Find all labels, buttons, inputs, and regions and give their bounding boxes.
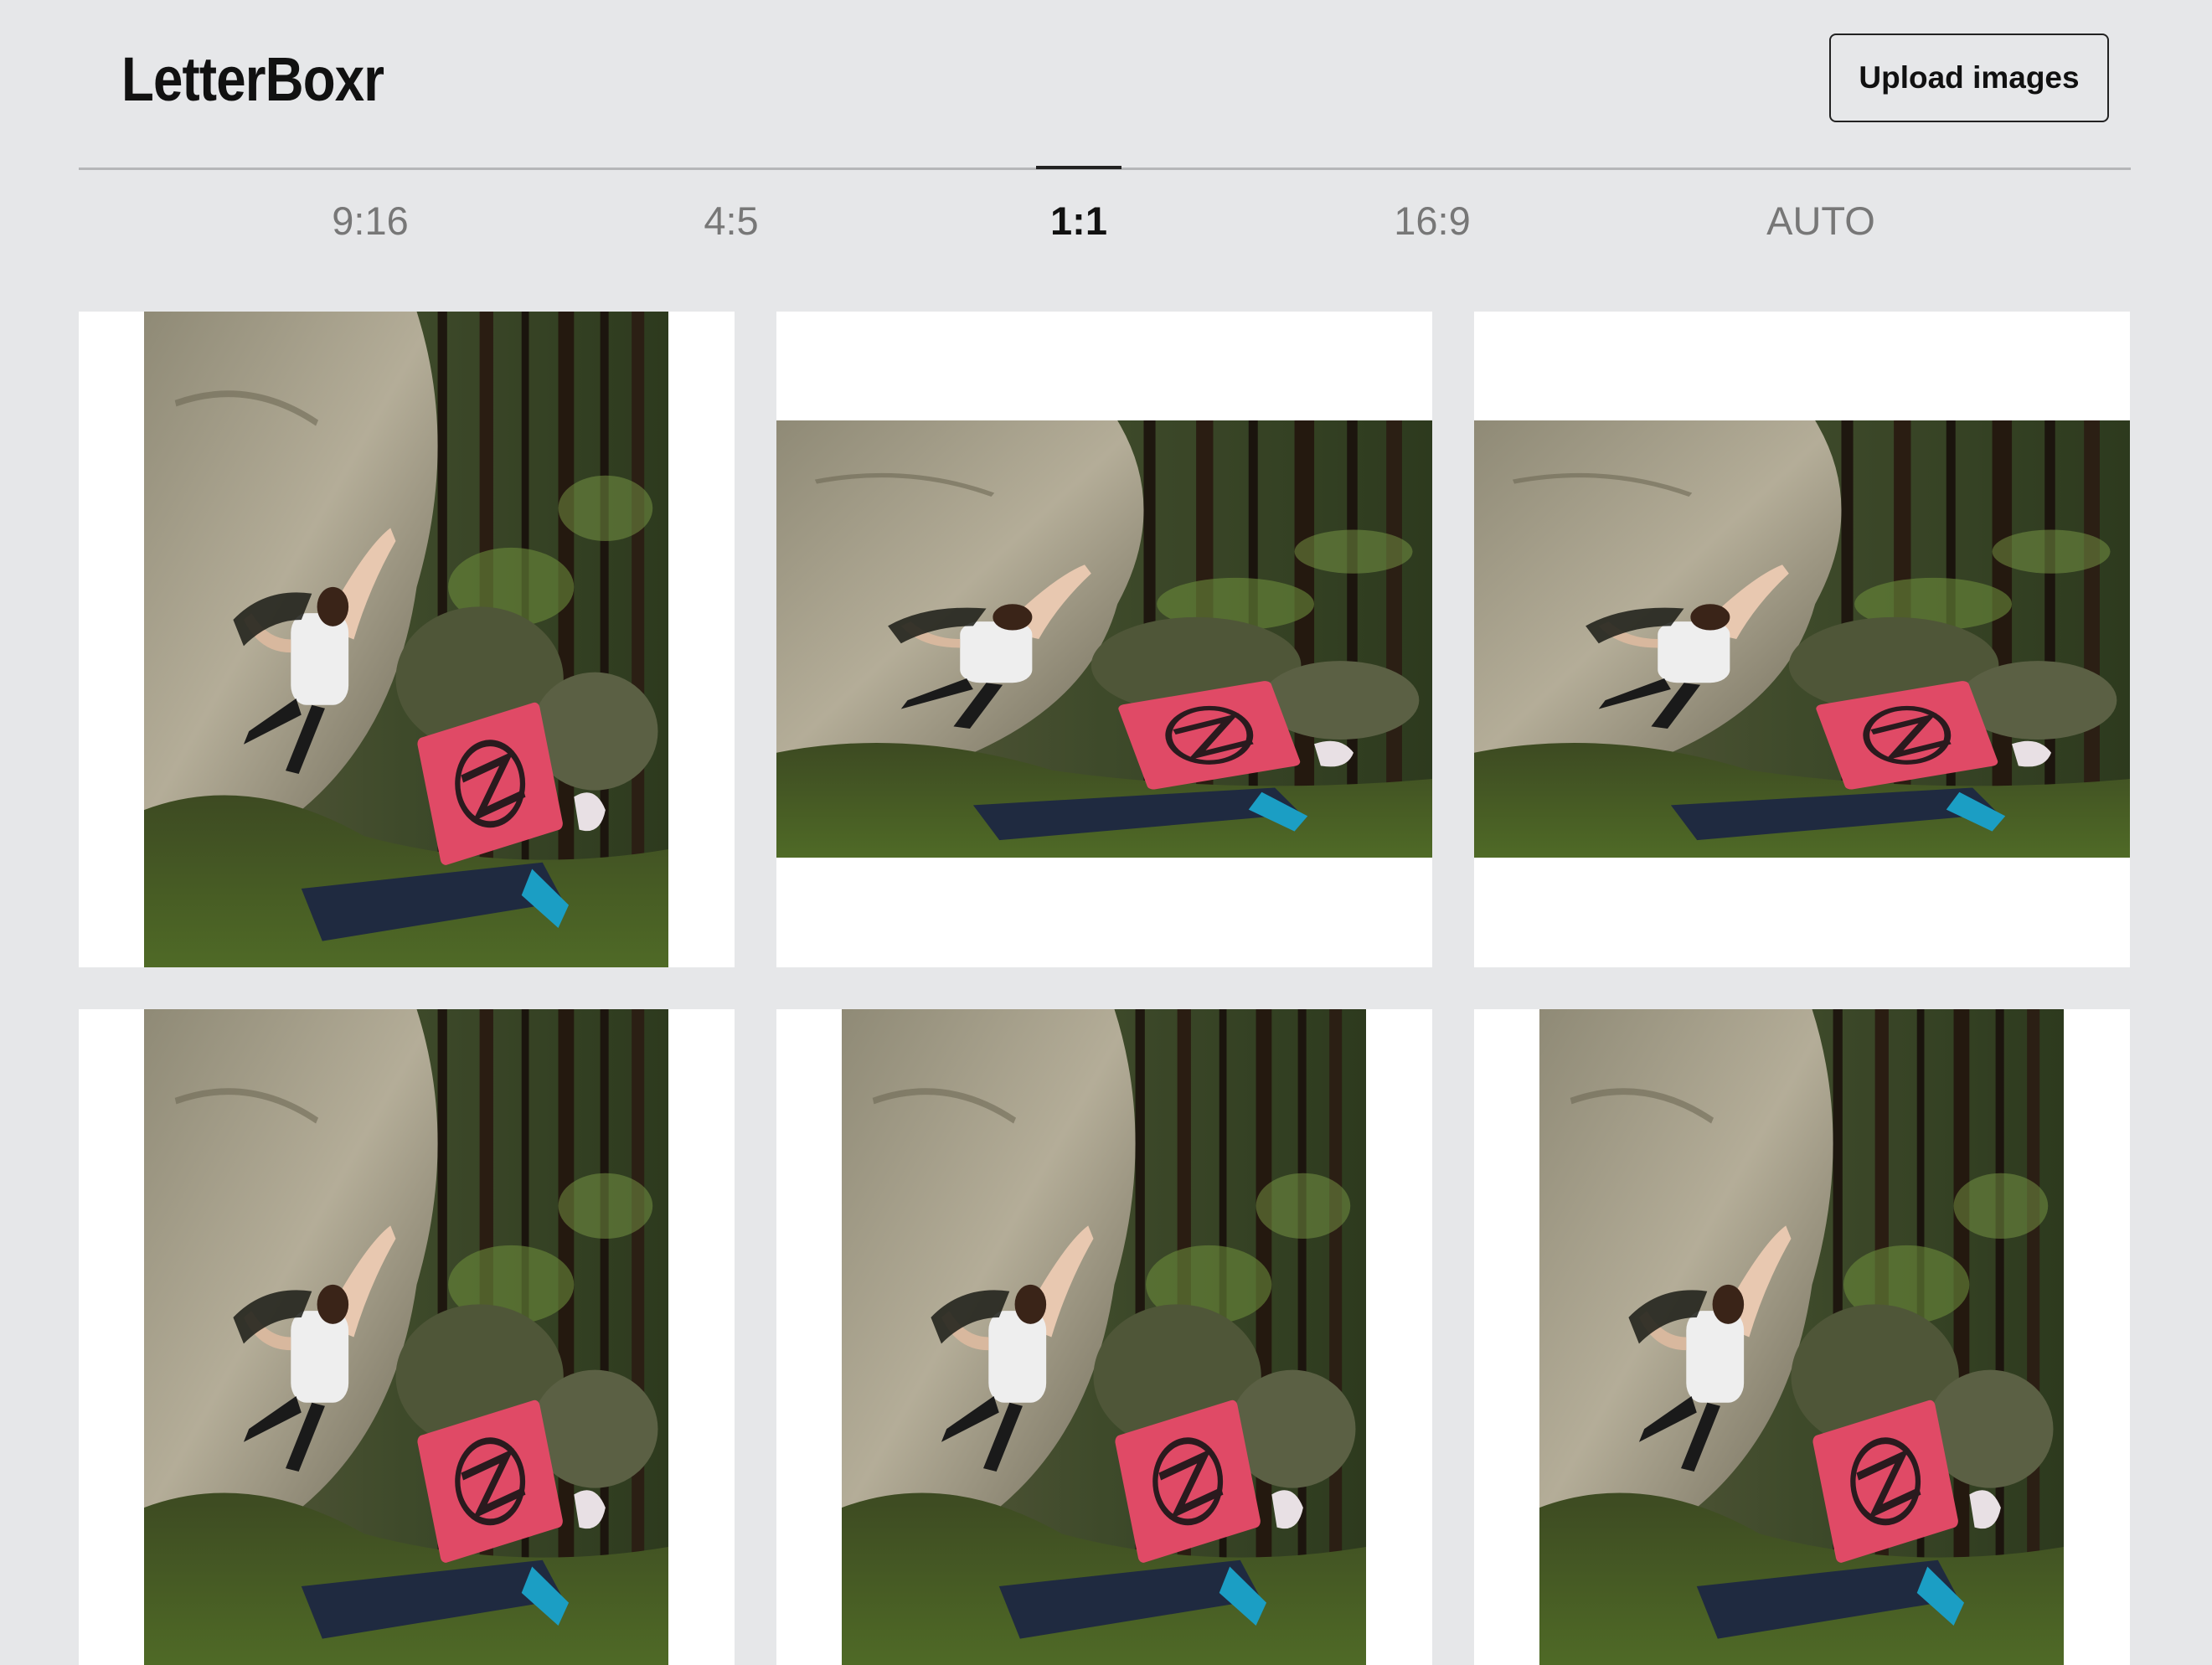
photo-portrait xyxy=(144,312,668,967)
tab-auto[interactable]: AUTO xyxy=(1712,191,1930,250)
photo-portrait xyxy=(842,1009,1366,1665)
photo-landscape xyxy=(1474,420,2130,858)
tab-16-9[interactable]: 16:9 xyxy=(1348,191,1516,250)
app-header: LetterBoxr Upload images xyxy=(0,0,2212,168)
upload-images-button[interactable]: Upload images xyxy=(1829,34,2109,122)
photo-landscape xyxy=(776,420,1432,858)
image-card[interactable] xyxy=(1474,1009,2130,1665)
image-card[interactable] xyxy=(776,312,1432,967)
tab-1-1[interactable]: 1:1 xyxy=(995,191,1163,250)
image-card[interactable] xyxy=(79,312,735,967)
active-tab-indicator xyxy=(1036,166,1121,169)
app-logo: LetterBoxr xyxy=(121,44,384,114)
photo-portrait xyxy=(1539,1009,2064,1665)
photo-portrait xyxy=(144,1009,668,1665)
image-card[interactable] xyxy=(79,1009,735,1665)
tab-9-16[interactable]: 9:16 xyxy=(286,191,454,250)
tab-4-5[interactable]: 4:5 xyxy=(647,191,815,250)
image-card[interactable] xyxy=(1474,312,2130,967)
image-card[interactable] xyxy=(776,1009,1432,1665)
